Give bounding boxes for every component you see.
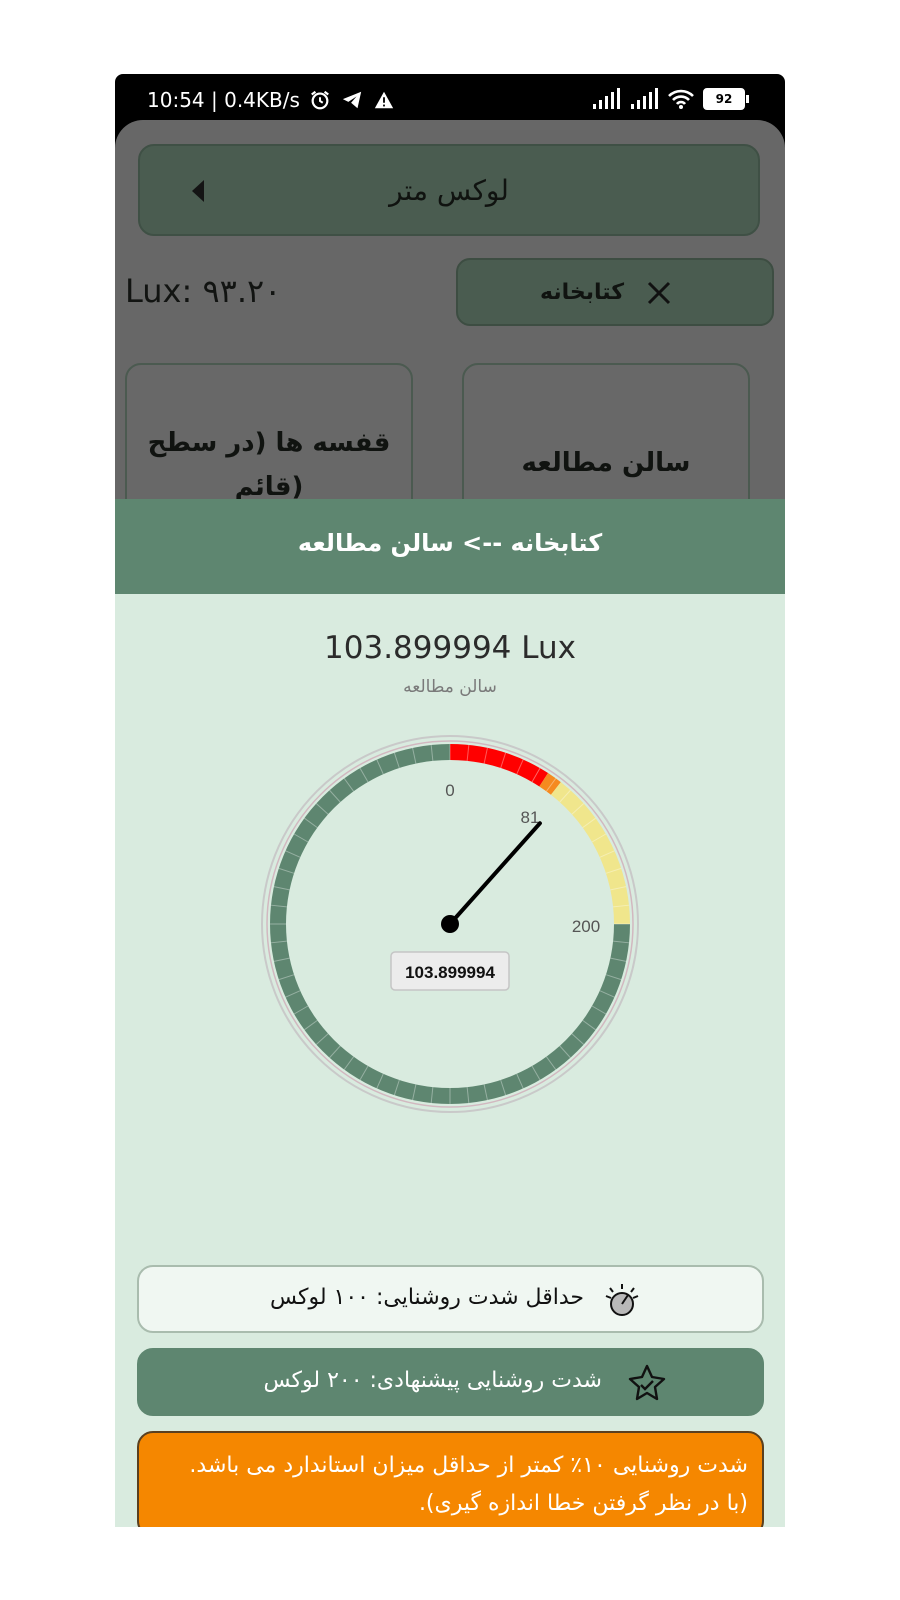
page-title: لوکس متر: [389, 174, 509, 207]
light-intensity-icon: [605, 1284, 639, 1316]
warning-icon: [374, 91, 394, 109]
warning-line-1: شدت روشنایی ۱۰٪ کمتر از حداقل میزان استا…: [189, 1453, 748, 1478]
tile-shelves-label: قفسه ها (در سطح قائم): [137, 421, 401, 509]
status-time: 10:54 | 0.4KB/s: [147, 88, 300, 112]
recommended-intensity-text: شدت روشنایی پیشنهادی: ۲۰۰ لوکس: [263, 1368, 602, 1393]
sheet-title: کتابخانه --> سالن مطالعه: [297, 529, 603, 557]
tile-shelves-line1: قفسه ها (در سطح: [147, 428, 391, 458]
wifi-icon: [668, 89, 694, 109]
tile-study-hall-label: سالن مطالعه: [521, 448, 691, 478]
location-label: سالن مطالعه: [403, 677, 497, 697]
needle-pivot: [441, 915, 459, 933]
warning-box: شدت روشنایی ۱۰٪ کمتر از حداقل میزان استا…: [137, 1431, 764, 1527]
title-bar[interactable]: لوکس متر: [138, 144, 760, 236]
recommended-intensity-row: شدت روشنایی پیشنهادی: ۲۰۰ لوکس: [137, 1348, 764, 1416]
lux-gauge: 0 81 200 103.899994: [261, 735, 639, 1113]
gauge-needle: [448, 821, 542, 926]
sheet-header: کتابخانه --> سالن مطالعه: [115, 499, 785, 594]
warning-line-2: (با در نظر گرفتن خطا اندازه گیری).: [418, 1491, 748, 1516]
close-icon[interactable]: [644, 278, 674, 308]
status-left: 10:54 | 0.4KB/s: [147, 88, 396, 112]
measured-value: 103.899994 Lux: [324, 630, 576, 666]
battery-icon: 92: [703, 88, 749, 110]
gauge-segment-red: [450, 744, 540, 782]
tick-label-200: 200: [572, 917, 600, 936]
alarm-icon: [310, 90, 329, 110]
tick-label-0: 0: [445, 781, 454, 800]
min-intensity-row: حداقل شدت روشنایی: ۱۰۰ لوکس: [137, 1265, 764, 1333]
status-bar: 10:54 | 0.4KB/s 92: [115, 74, 785, 122]
chip-label: کتابخانه: [539, 280, 624, 305]
min-intensity-text: حداقل شدت روشنایی: ۱۰۰ لوکس: [269, 1285, 584, 1310]
lux-readout: Lux: ۹۳.۲۰: [125, 272, 282, 310]
gauge-value-label: 103.899994: [405, 963, 495, 982]
signal-icon: [593, 88, 620, 109]
bottom-sheet: کتابخانه --> سالن مطالعه 103.899994 Lux …: [115, 499, 785, 1527]
star-badge-icon: [628, 1364, 666, 1401]
telegram-icon: [342, 91, 362, 109]
phone-screen: 10:54 | 0.4KB/s 92 لوکس متر Lux: ۹۳.۲۰ ک…: [115, 74, 785, 1527]
status-right: 92: [591, 88, 749, 110]
signal-icon-2: [631, 88, 658, 109]
category-chip[interactable]: کتابخانه: [456, 258, 774, 326]
